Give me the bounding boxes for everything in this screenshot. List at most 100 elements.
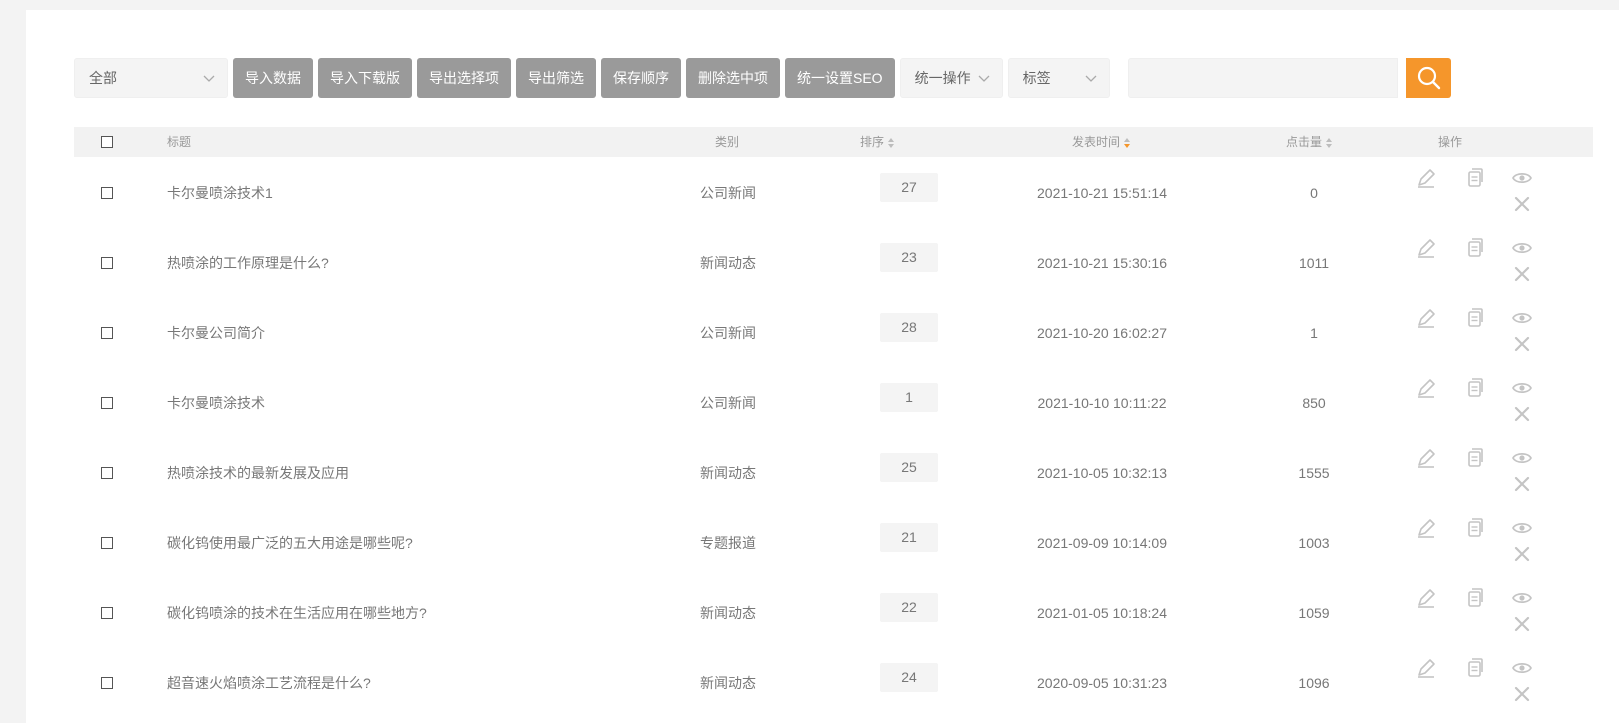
row-order-input[interactable]: 27 [880,173,938,202]
chevron-down-icon [978,75,990,82]
row-clicks: 1003 [1298,535,1330,551]
delete-icon[interactable] [1511,613,1533,635]
sort-icon [1326,137,1333,148]
row-checkbox[interactable] [101,537,113,549]
row-title[interactable]: 碳化钨使用最广泛的五大用途是哪些呢? [167,507,413,579]
edit-icon[interactable] [1415,587,1437,609]
row-title[interactable]: 碳化钨喷涂的技术在生活应用在哪些地方? [167,577,427,649]
row-checkbox[interactable] [101,607,113,619]
row-publish-time: 2021-10-05 10:32:13 [1037,465,1167,481]
copy-icon[interactable] [1463,657,1485,679]
view-icon[interactable] [1511,377,1533,399]
delete-icon[interactable] [1511,333,1533,355]
row-order-input[interactable]: 1 [880,383,938,412]
row-checkbox[interactable] [101,257,113,269]
table-row: 碳化钨喷涂的技术在生活应用在哪些地方? 新闻动态 22 2021-01-05 10:1… [74,577,1593,649]
category-select[interactable]: 全部 [74,58,228,98]
row-checkbox[interactable] [101,327,113,339]
row-checkbox[interactable] [101,677,113,689]
row-clicks: 850 [1302,395,1326,411]
row-order-input[interactable]: 23 [880,243,938,272]
header-actions: 操作 [1438,135,1463,149]
row-title[interactable]: 超音速火焰喷涂工艺流程是什么? [167,647,371,719]
copy-icon[interactable] [1463,447,1485,469]
view-icon[interactable] [1511,517,1533,539]
row-title[interactable]: 热喷涂的工作原理是什么? [167,227,329,299]
row-order-input[interactable]: 28 [880,313,938,342]
import-download-button[interactable]: 导入下载版 [318,58,412,98]
import-data-button[interactable]: 导入数据 [233,58,313,98]
delete-icon[interactable] [1511,543,1533,565]
row-publish-time: 2021-10-10 10:11:22 [1037,395,1167,411]
edit-icon[interactable] [1415,167,1437,189]
set-seo-button[interactable]: 统一设置SEO [785,58,895,98]
row-publish-time: 2021-10-21 15:30:16 [1037,255,1167,271]
table-header: 标题 类别 排序 发表时间 点击量 操作 [74,127,1593,157]
select-all-checkbox[interactable] [101,136,113,148]
delete-icon[interactable] [1511,403,1533,425]
edit-icon[interactable] [1415,377,1437,399]
copy-icon[interactable] [1463,307,1485,329]
table-row: 热喷涂的工作原理是什么? 新闻动态 23 2021-10-21 15:30:16 101… [74,227,1593,299]
edit-icon[interactable] [1415,517,1437,539]
row-publish-time: 2021-10-21 15:51:14 [1037,185,1167,201]
header-category: 类别 [715,135,740,149]
row-title[interactable]: 卡尔曼喷涂技术1 [167,157,273,229]
row-clicks: 1 [1310,325,1318,341]
view-icon[interactable] [1511,307,1533,329]
row-order-input[interactable]: 24 [880,663,938,692]
save-order-button[interactable]: 保存顺序 [601,58,681,98]
row-category: 公司新闻 [700,395,756,411]
header-order[interactable]: 排序 [860,127,895,157]
edit-icon[interactable] [1415,657,1437,679]
export-selected-button[interactable]: 导出选择项 [417,58,511,98]
bulk-action-select-value: 统一操作 [914,70,971,86]
row-checkbox[interactable] [101,397,113,409]
row-order-input[interactable]: 25 [880,453,938,482]
row-checkbox[interactable] [101,187,113,199]
copy-icon[interactable] [1463,167,1485,189]
tag-select[interactable]: 标签 [1007,58,1110,98]
header-publish-time-label: 发表时间 [1072,135,1121,149]
view-icon[interactable] [1511,237,1533,259]
view-icon[interactable] [1511,587,1533,609]
copy-icon[interactable] [1463,517,1485,539]
chevron-down-icon [203,75,215,82]
delete-selected-button[interactable]: 删除选中项 [686,58,780,98]
row-title[interactable]: 卡尔曼喷涂技术 [167,367,265,439]
delete-icon[interactable] [1511,473,1533,495]
export-filtered-button[interactable]: 导出筛选 [516,58,596,98]
row-category: 公司新闻 [700,185,756,201]
row-clicks: 1555 [1298,465,1330,481]
search-input[interactable] [1128,58,1398,98]
row-order-input[interactable]: 21 [880,523,938,552]
category-select-value: 全部 [89,70,117,86]
edit-icon[interactable] [1415,237,1437,259]
view-icon[interactable] [1511,167,1533,189]
header-clicks[interactable]: 点击量 [1286,127,1333,157]
view-icon[interactable] [1511,447,1533,469]
edit-icon[interactable] [1415,307,1437,329]
bulk-action-select[interactable]: 统一操作 [899,58,1003,98]
delete-icon[interactable] [1511,683,1533,705]
tag-select-value: 标签 [1022,70,1051,86]
copy-icon[interactable] [1463,587,1485,609]
row-title[interactable]: 卡尔曼公司简介 [167,297,265,369]
table-row: 卡尔曼喷涂技术1 公司新闻 27 2021-10-21 15:51:14 0 [74,157,1593,229]
copy-icon[interactable] [1463,377,1485,399]
row-clicks: 1011 [1298,255,1330,271]
header-publish-time[interactable]: 发表时间 [1072,127,1131,157]
delete-icon[interactable] [1511,263,1533,285]
table-row: 卡尔曼喷涂技术 公司新闻 1 2021-10-10 10:11:22 850 [74,367,1593,439]
edit-icon[interactable] [1415,447,1437,469]
header-order-label: 排序 [860,135,885,149]
search-button[interactable] [1406,58,1451,98]
row-clicks: 1059 [1298,605,1330,621]
table-row: 碳化钨使用最广泛的五大用途是哪些呢? 专题报道 21 2021-09-09 10:14… [74,507,1593,579]
row-checkbox[interactable] [101,467,113,479]
delete-icon[interactable] [1511,193,1533,215]
view-icon[interactable] [1511,657,1533,679]
row-title[interactable]: 热喷涂技术的最新发展及应用 [167,437,349,509]
row-order-input[interactable]: 22 [880,593,938,622]
copy-icon[interactable] [1463,237,1485,259]
